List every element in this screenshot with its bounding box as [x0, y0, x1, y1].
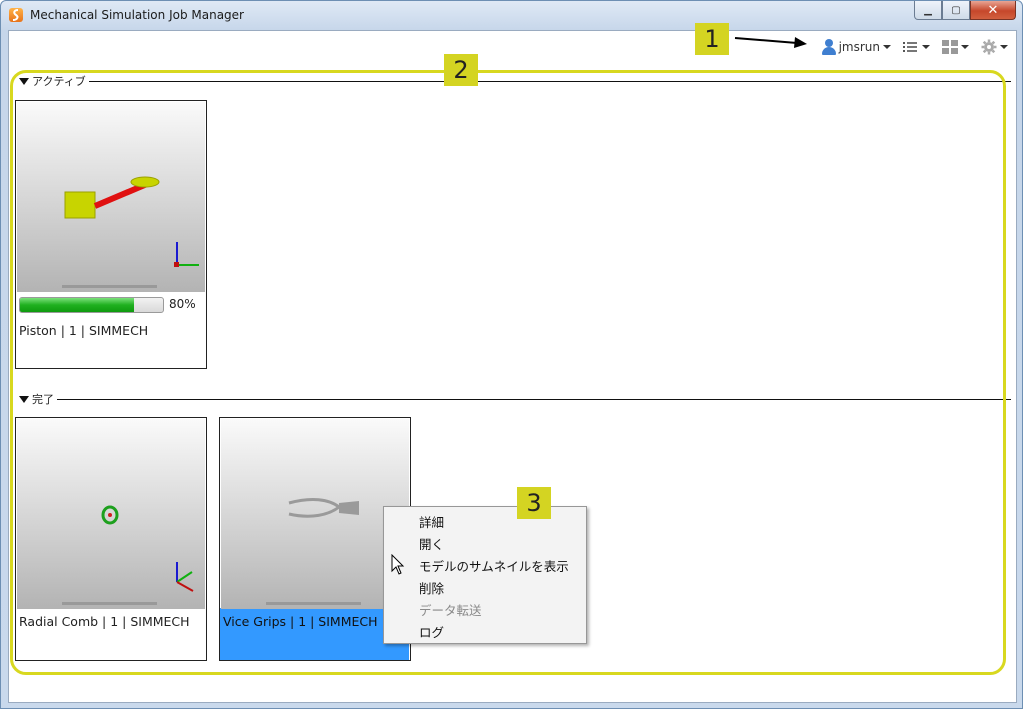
maximize-button[interactable]: ▢	[942, 1, 970, 20]
list-view-icon	[903, 42, 917, 52]
job-label: Vice Grips | 1 | SIMMECH	[223, 614, 378, 629]
annotation-arrow-icon	[734, 37, 807, 48]
callout-3: 3	[517, 487, 551, 519]
toolbar: jmsrun	[821, 37, 1008, 57]
minimize-icon: ▁	[924, 4, 932, 16]
callout-1: 1	[695, 23, 729, 55]
grid-view-icon	[942, 40, 958, 54]
user-menu[interactable]: jmsrun	[821, 39, 891, 55]
context-item-delete[interactable]: 削除	[419, 578, 444, 597]
section-done-label: 完了	[32, 393, 54, 406]
axis-triad-icon	[176, 562, 194, 592]
mouse-cursor-icon	[391, 554, 405, 575]
section-active-header[interactable]: アクティブ	[19, 73, 1011, 89]
app-logo-icon	[9, 8, 23, 22]
job-card-piston[interactable]: 80% Piston | 1 | SIMMECH	[15, 100, 207, 369]
chevron-down-icon	[922, 45, 930, 49]
collapse-triangle-icon	[19, 395, 29, 403]
settings-menu[interactable]	[981, 39, 1008, 55]
chevron-down-icon	[961, 45, 969, 49]
job-card-radial-comb[interactable]: Radial Comb | 1 | SIMMECH	[15, 417, 207, 661]
grid-view-menu[interactable]	[942, 40, 969, 54]
context-item-open[interactable]: 開く	[419, 534, 444, 553]
progress-fill	[20, 298, 135, 312]
model-thumbnail	[221, 419, 409, 609]
context-item-data-transfer: データ転送	[419, 603, 482, 618]
context-menu: 詳細 開く モデルのサムネイルを表示 削除 データ転送 ログ	[383, 506, 587, 644]
window-title: Mechanical Simulation Job Manager	[30, 8, 244, 22]
progress-percent: 80%	[169, 297, 196, 311]
chevron-down-icon	[1000, 45, 1008, 49]
section-divider	[57, 398, 1011, 400]
section-active-label: アクティブ	[32, 75, 86, 88]
user-icon	[821, 39, 836, 55]
context-item-show-thumbnail[interactable]: モデルのサムネイルを表示	[419, 556, 569, 575]
context-item-details[interactable]: 詳細	[419, 512, 444, 531]
context-item-log[interactable]: ログ	[419, 622, 444, 641]
close-button[interactable]: ✕	[970, 1, 1016, 20]
main-content: jmsrun アクティブ 80% Piston | 1 | SIMMECH 完了…	[8, 30, 1017, 703]
title-bar[interactable]: Mechanical Simulation Job Manager ▁ ▢ ✕	[1, 1, 1022, 29]
job-progress-bar	[19, 297, 164, 313]
job-label: Radial Comb | 1 | SIMMECH	[19, 614, 190, 629]
list-view-menu[interactable]	[903, 41, 930, 53]
chevron-down-icon	[883, 45, 891, 49]
close-icon: ✕	[987, 2, 999, 18]
callout-2: 2	[444, 54, 478, 86]
collapse-triangle-icon	[19, 77, 29, 85]
minimize-button[interactable]: ▁	[914, 1, 942, 20]
user-name: jmsrun	[838, 40, 880, 54]
job-label: Piston | 1 | SIMMECH	[19, 323, 149, 338]
axis-triad-icon	[174, 242, 199, 267]
app-window: Mechanical Simulation Job Manager ▁ ▢ ✕ …	[0, 0, 1023, 709]
gear-icon	[981, 39, 997, 55]
maximize-icon: ▢	[951, 4, 961, 16]
model-thumbnail	[17, 419, 205, 609]
section-done-header[interactable]: 完了	[19, 391, 1011, 407]
model-thumbnail	[17, 102, 205, 292]
section-divider	[88, 80, 1011, 82]
